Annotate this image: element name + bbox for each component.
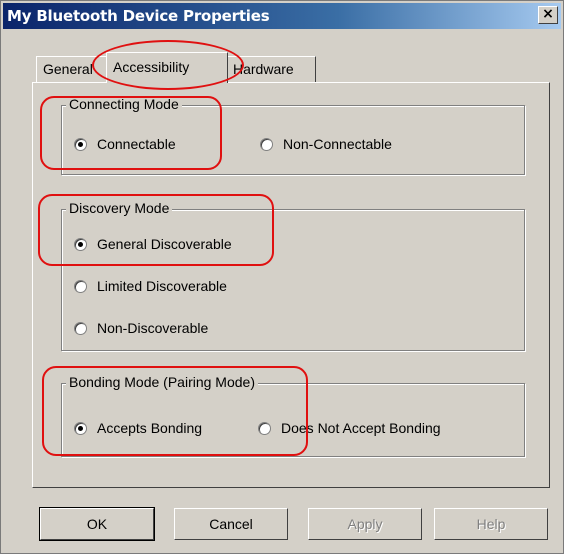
tab-hardware[interactable]: Hardware <box>226 56 316 82</box>
tab-general[interactable]: General <box>36 56 108 82</box>
radio-indicator[interactable] <box>74 421 87 435</box>
radio-non-connectable-label: Non-Connectable <box>283 136 392 152</box>
bonding-mode-legend: Bonding Mode (Pairing Mode) <box>66 374 258 390</box>
radio-does-not-accept-bonding-label: Does Not Accept Bonding <box>281 420 441 436</box>
apply-button: Apply <box>308 508 422 540</box>
title-bar[interactable]: My Bluetooth Device Properties × <box>3 3 561 29</box>
close-button[interactable]: × <box>538 6 558 24</box>
radio-general-discoverable[interactable]: General Discoverable <box>74 236 232 252</box>
tab-general-label: General <box>43 61 93 77</box>
radio-general-discoverable-label: General Discoverable <box>97 236 232 252</box>
radio-indicator[interactable] <box>260 137 273 151</box>
tab-accessibility[interactable]: Accessibility <box>106 52 228 83</box>
radio-does-not-accept-bonding[interactable]: Does Not Accept Bonding <box>258 420 441 436</box>
discovery-mode-legend: Discovery Mode <box>66 200 173 216</box>
radio-accepts-bonding[interactable]: Accepts Bonding <box>74 420 202 436</box>
tab-hardware-label: Hardware <box>233 61 294 77</box>
window-title: My Bluetooth Device Properties <box>7 7 270 25</box>
radio-non-discoverable[interactable]: Non-Discoverable <box>74 320 208 336</box>
radio-non-connectable[interactable]: Non-Connectable <box>260 136 392 152</box>
close-icon: × <box>542 6 554 22</box>
radio-connectable-label: Connectable <box>97 136 176 152</box>
radio-accepts-bonding-label: Accepts Bonding <box>97 420 203 436</box>
radio-limited-discoverable-label: Limited Discoverable <box>97 278 227 294</box>
connecting-mode-group: Connecting Mode Connectable Non-Connecta… <box>61 96 525 175</box>
radio-indicator[interactable] <box>74 237 87 251</box>
bonding-mode-group: Bonding Mode (Pairing Mode) Accepts Bond… <box>61 374 525 457</box>
tab-accessibility-label: Accessibility <box>113 59 190 75</box>
radio-connectable[interactable]: Connectable <box>74 136 176 152</box>
tab-panel-accessibility: Connecting Mode Connectable Non-Connecta… <box>32 82 550 488</box>
discovery-mode-group: Discovery Mode General Discoverable Limi… <box>61 200 525 351</box>
radio-indicator[interactable] <box>74 279 87 293</box>
radio-non-discoverable-label: Non-Discoverable <box>97 320 209 336</box>
radio-indicator[interactable] <box>74 321 87 335</box>
help-button: Help <box>434 508 548 540</box>
ok-button[interactable]: OK <box>39 507 155 541</box>
radio-indicator[interactable] <box>74 137 87 151</box>
cancel-button[interactable]: Cancel <box>174 508 288 540</box>
connecting-mode-legend: Connecting Mode <box>66 96 182 112</box>
radio-indicator[interactable] <box>258 421 271 435</box>
radio-limited-discoverable[interactable]: Limited Discoverable <box>74 278 227 294</box>
